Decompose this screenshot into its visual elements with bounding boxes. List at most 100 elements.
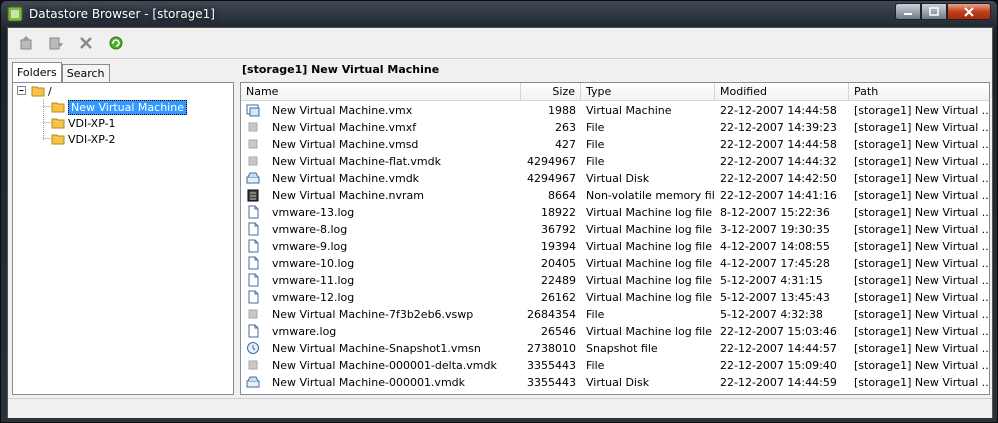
cell-type: File (586, 155, 605, 168)
table-row[interactable]: vmware-8.log 36792 Virtual Machine log fil… (241, 221, 989, 238)
download-button[interactable] (44, 31, 68, 55)
cell-type: Virtual Machine log file (586, 223, 713, 236)
column-header-row: Name Size Type Modified Path (241, 83, 989, 101)
maximize-icon (929, 6, 939, 16)
cell-modified: 5-12-2007 4:32:38 (720, 308, 823, 321)
cell-size: 263 (555, 121, 576, 134)
cell-size: 20405 (541, 257, 576, 270)
tree-node-label: VDI-XP-2 (68, 132, 116, 146)
tree-node-label: VDI-XP-1 (68, 116, 116, 130)
upload-button[interactable] (14, 31, 38, 55)
tree-node-root[interactable]: / (31, 83, 52, 99)
cell-type: File (586, 308, 605, 321)
maximize-button[interactable] (921, 3, 947, 20)
table-row[interactable]: New Virtual Machine-000001-delta.vmdk 335… (241, 357, 989, 374)
tab-search[interactable]: Search (61, 64, 110, 83)
tree-node-label: New Virtual Machine (68, 99, 187, 115)
table-row[interactable]: vmware-11.log 22489 Virtual Machine log fi… (241, 272, 989, 289)
cell-path: [storage1] New Virtual ... (854, 308, 989, 321)
column-header-size[interactable]: Size (521, 83, 581, 100)
column-header-type[interactable]: Type (581, 83, 715, 100)
cell-modified: 22-12-2007 14:42:50 (720, 172, 837, 185)
disk-icon (246, 376, 260, 388)
cell-size: 2684354 (527, 308, 576, 321)
cell-path: [storage1] New Virtual ... (854, 291, 989, 304)
log-icon (248, 205, 259, 219)
column-header-name[interactable]: Name (241, 83, 521, 100)
refresh-icon (109, 36, 123, 50)
cell-path: [storage1] New Virtual ... (854, 257, 989, 270)
cell-modified: 22-12-2007 14:44:58 (720, 104, 837, 117)
cell-modified: 8-12-2007 15:22:36 (720, 206, 830, 219)
table-row[interactable]: vmware-9.log 19394 Virtual Machine log fil… (241, 238, 989, 255)
file-icon (248, 122, 258, 132)
disk-icon (246, 172, 260, 184)
cell-type: Virtual Disk (586, 172, 650, 185)
cell-name: vmware-11.log (272, 274, 355, 287)
table-row[interactable]: New Virtual Machine-flat.vmdk 4294967 File… (241, 153, 989, 170)
tab-folders[interactable]: Folders (12, 62, 62, 83)
delete-button[interactable] (74, 31, 98, 55)
table-row[interactable]: vmware-10.log 20405 Virtual Machine log fi… (241, 255, 989, 272)
folder-open-icon (31, 86, 45, 97)
cell-type: Virtual Machine (586, 104, 672, 117)
folder-icon (51, 118, 65, 129)
refresh-button[interactable] (104, 31, 128, 55)
cell-name: New Virtual Machine-flat.vmdk (272, 155, 442, 168)
close-icon (964, 6, 974, 17)
folder-icon (51, 134, 65, 145)
cell-size: 2738010 (527, 342, 576, 355)
cell-size: 427 (555, 138, 576, 151)
table-row[interactable]: vmware.log 26546 Virtual Machine log file 2… (241, 323, 989, 340)
cell-modified: 22-12-2007 14:44:58 (720, 138, 837, 151)
table-row[interactable]: vmware-12.log 26162 Virtual Machine log fi… (241, 289, 989, 306)
cell-type: File (586, 121, 605, 134)
table-row[interactable]: New Virtual Machine-000001.vmdk 3355443 Vi… (241, 374, 989, 391)
file-pane: [storage1] New Virtual Machine Name Size… (240, 62, 990, 395)
file-icon (248, 360, 258, 370)
folder-pane: Folders Search / New Virtual Machine VDI… (12, 62, 234, 395)
cell-type: Virtual Machine log file (586, 291, 713, 304)
status-bar (8, 398, 992, 418)
cell-size: 3355443 (527, 359, 576, 372)
tree-node-vdi-xp-1[interactable]: VDI-XP-1 (51, 115, 116, 131)
cell-name: New Virtual Machine.vmdk (272, 172, 420, 185)
pane-tabs: Folders Search (12, 62, 110, 83)
file-icon (248, 309, 258, 319)
column-header-path[interactable]: Path (849, 83, 989, 100)
tree-node-new-virtual-machine[interactable]: New Virtual Machine (51, 99, 187, 115)
cell-type: Virtual Machine log file (586, 274, 713, 287)
cell-modified: 22-12-2007 14:41:16 (720, 189, 837, 202)
tree-node-vdi-xp-2[interactable]: VDI-XP-2 (51, 131, 116, 147)
table-row[interactable]: New Virtual Machine.vmdk 4294967 Virtual D… (241, 170, 989, 187)
minimize-button[interactable] (895, 3, 921, 20)
table-row[interactable]: New Virtual Machine-7f3b2eb6.vswp 2684354… (241, 306, 989, 323)
cell-size: 8664 (548, 189, 576, 202)
download-icon (49, 37, 63, 50)
cell-modified: 5-12-2007 13:45:43 (720, 291, 830, 304)
table-row[interactable]: New Virtual Machine.vmsd 427 File 22-12-200… (241, 136, 989, 153)
cell-size: 1988 (548, 104, 576, 117)
cell-size: 26546 (541, 325, 576, 338)
cell-path: [storage1] New Virtual ... (854, 274, 989, 287)
cell-name: New Virtual Machine-Snapshot1.vmsn (272, 342, 481, 355)
log-icon (248, 290, 259, 304)
table-row[interactable]: New Virtual Machine.nvram 8664 Non-volatil… (241, 187, 989, 204)
cell-modified: 4-12-2007 14:08:55 (720, 240, 830, 253)
cell-name: New Virtual Machine-7f3b2eb6.vswp (272, 308, 474, 321)
cell-name: New Virtual Machine-000001.vmdk (272, 376, 466, 389)
cell-modified: 3-12-2007 19:30:35 (720, 223, 830, 236)
table-row[interactable]: vmware-13.log 18922 Virtual Machine log fi… (241, 204, 989, 221)
table-row[interactable]: New Virtual Machine-Snapshot1.vmsn 273801… (241, 340, 989, 357)
table-row[interactable]: New Virtual Machine.vmxf 263 File 22-12-200… (241, 119, 989, 136)
datastore-browser-window: Datastore Browser - [storage1] Folders S… (0, 0, 998, 423)
cell-type: Snapshot file (586, 342, 658, 355)
cell-path: [storage1] New Virtual ... (854, 206, 989, 219)
file-icon (248, 156, 258, 166)
column-header-modified[interactable]: Modified (715, 83, 849, 100)
close-button[interactable] (947, 3, 991, 20)
title-bar[interactable]: Datastore Browser - [storage1] (1, 1, 997, 27)
table-row[interactable]: New Virtual Machine.vmx 1988 Virtual Machi… (241, 102, 989, 119)
cell-name: New Virtual Machine.vmx (272, 104, 413, 117)
log-icon (248, 256, 259, 270)
